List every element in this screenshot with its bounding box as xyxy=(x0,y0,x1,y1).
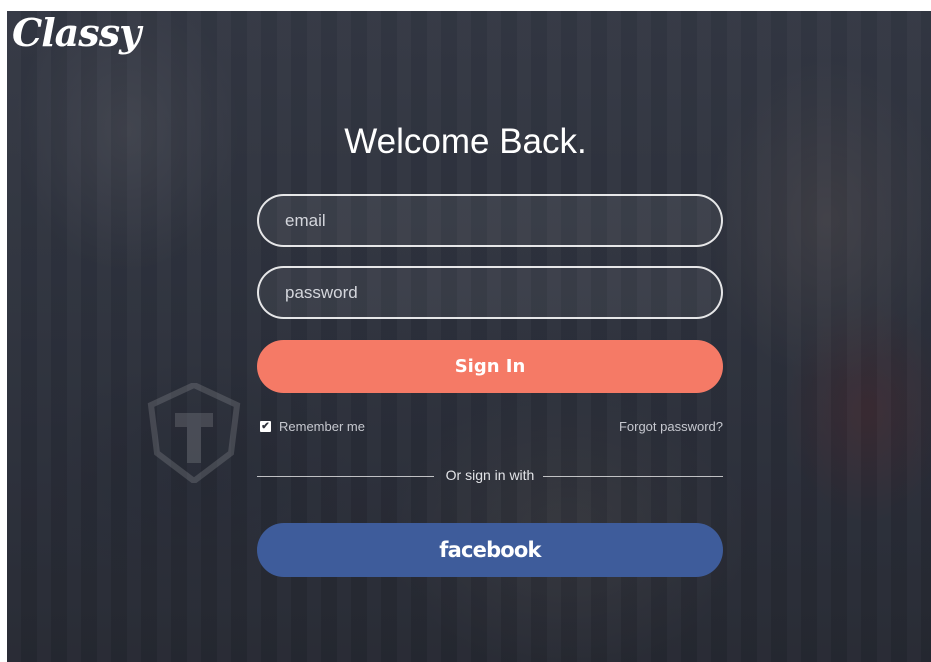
remember-me-label: Remember me xyxy=(279,419,365,434)
welcome-heading: Welcome Back. xyxy=(344,122,587,161)
email-field[interactable] xyxy=(257,194,723,247)
password-field[interactable] xyxy=(257,266,723,319)
checkmark-icon: ✔ xyxy=(261,420,270,432)
remember-me-checkbox[interactable]: ✔ xyxy=(260,421,271,432)
forgot-password-link[interactable]: Forgot password? xyxy=(619,419,723,434)
divider-line-right xyxy=(543,476,723,477)
social-divider: Or sign in with xyxy=(257,466,723,486)
facebook-signin-button[interactable]: facebook xyxy=(257,523,723,577)
classy-logo[interactable]: Classy xyxy=(12,10,141,55)
remember-me-control[interactable]: ✔ Remember me xyxy=(260,419,365,434)
sign-in-button[interactable]: Sign In xyxy=(257,340,723,393)
divider-text: Or sign in with xyxy=(445,467,535,483)
